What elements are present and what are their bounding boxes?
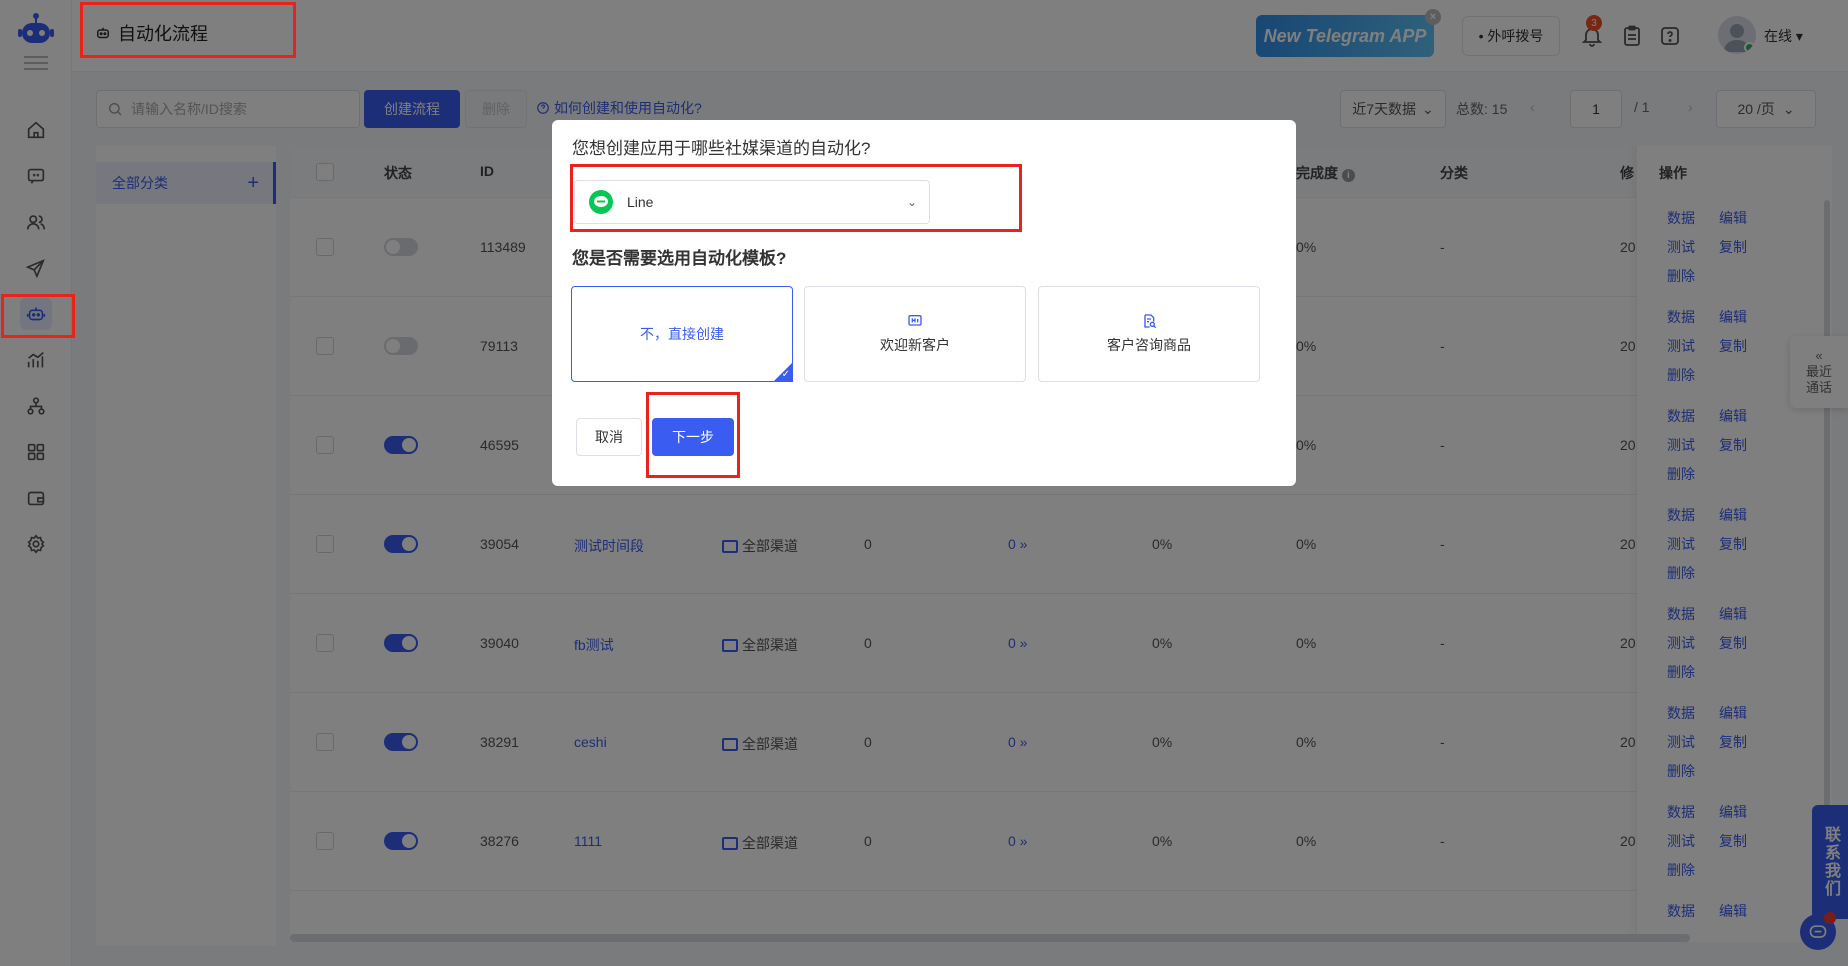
- highlight-channel-select: [570, 164, 1022, 232]
- template-option-welcome[interactable]: 欢迎新客户: [804, 286, 1026, 382]
- template-option-label: 客户咨询商品: [1107, 337, 1191, 353]
- cancel-button[interactable]: 取消: [576, 418, 642, 456]
- check-icon: ✓: [781, 369, 790, 380]
- template-question: 您是否需要选用自动化模板?: [572, 249, 787, 268]
- document-search-icon: [1144, 314, 1157, 329]
- template-option-label: 不，直接创建: [640, 326, 724, 342]
- template-option-inquiry[interactable]: 客户咨询商品: [1038, 286, 1260, 382]
- template-option-label: 欢迎新客户: [880, 337, 950, 353]
- hi-chat-icon: [908, 315, 922, 326]
- highlight-page-title: [80, 2, 296, 58]
- highlight-nav-automation: [1, 294, 75, 338]
- highlight-next-button: [646, 392, 740, 478]
- channel-question: 您想创建应用于哪些社媒渠道的自动化?: [572, 139, 871, 158]
- template-option-direct[interactable]: 不，直接创建 ✓: [571, 286, 793, 382]
